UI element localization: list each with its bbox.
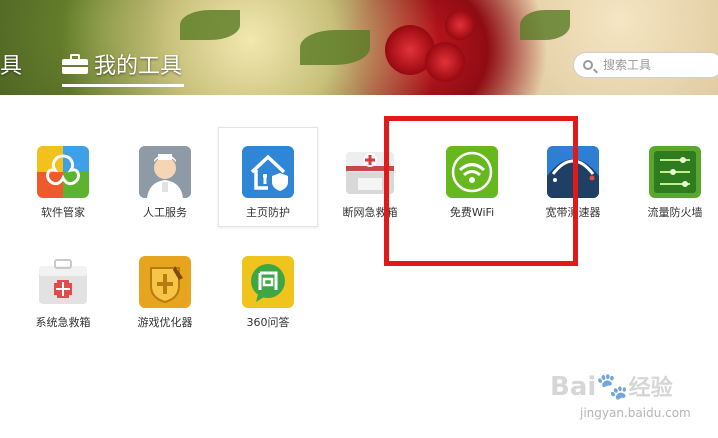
tool-system-first-aid[interactable]: 系统急救箱 [13, 238, 113, 338]
active-tab-indicator [62, 84, 184, 87]
tool-label: 软件管家 [41, 206, 85, 219]
watermark-brand: Bai [550, 372, 597, 402]
tab-my-tools-label: 我的工具 [94, 54, 183, 79]
tab-my-tools[interactable]: 我的工具 [62, 48, 182, 80]
tool-label: 360问答 [246, 316, 290, 329]
search-input[interactable] [601, 57, 715, 73]
tool-label: 主页防护 [246, 206, 290, 219]
watermark-brand-cn: 经验 [628, 376, 673, 401]
system-first-aid-icon [37, 256, 89, 308]
tool-customer-service[interactable]: 人工服务 [115, 128, 215, 228]
tool-game-optimizer[interactable]: 游戏优化器 [115, 238, 215, 338]
annotation-highlight-box [384, 116, 578, 266]
tool-traffic-firewall[interactable]: 流量防火墙 [625, 128, 718, 228]
software-manager-icon [37, 146, 89, 198]
homepage-protection-icon [242, 146, 294, 198]
traffic-firewall-icon [649, 146, 701, 198]
tool-label: 流量防火墙 [647, 206, 703, 219]
tool-label: 人工服务 [143, 206, 187, 219]
tab-partial[interactable]: 具 [0, 48, 22, 80]
leaf-decoration [180, 10, 240, 40]
tool-homepage-protection[interactable]: 主页防护 [218, 127, 318, 227]
baidu-jingyan-watermark: Bai🐾经验 jingyan.baidu.com [550, 372, 691, 420]
leaf-decoration [520, 10, 570, 40]
watermark-url: jingyan.baidu.com [580, 406, 691, 420]
tool-label: 系统急救箱 [35, 316, 91, 329]
customer-service-icon [139, 146, 191, 198]
search-box[interactable] [573, 52, 718, 78]
tool-software-manager[interactable]: 软件管家 [13, 128, 113, 228]
search-icon [583, 60, 593, 70]
tool-360-qa[interactable]: 360问答 [218, 238, 318, 338]
rose-decoration [445, 10, 475, 40]
rose-decoration [425, 42, 465, 82]
leaf-decoration [300, 30, 370, 65]
tool-label: 游戏优化器 [137, 316, 193, 329]
game-optimizer-icon [139, 256, 191, 308]
briefcase-icon [62, 54, 88, 74]
qa-icon [242, 256, 294, 308]
